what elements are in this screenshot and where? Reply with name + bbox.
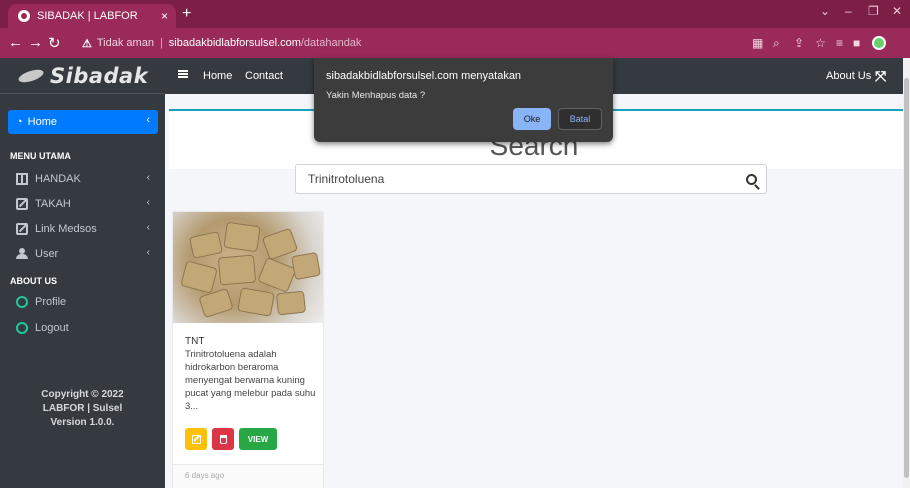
url-separator: | (159, 37, 163, 49)
card-title: TNT (185, 336, 205, 347)
new-tab-button[interactable]: + (182, 5, 191, 23)
tab-search-icon[interactable]: ⌄ (820, 4, 830, 18)
sidebar-item-user[interactable]: User ‹ (8, 243, 158, 265)
translate-icon[interactable]: ▦ (752, 36, 763, 50)
circle-icon (16, 322, 28, 334)
sidebar-item-label: Profile (35, 296, 67, 308)
dashboard-icon: ◔ (16, 116, 23, 128)
view-button[interactable]: VIEW (239, 428, 277, 450)
url-field[interactable]: ⚠ Tidak aman | sibadakbidlabforsulsel.co… (82, 33, 772, 53)
not-secure-label[interactable]: Tidak aman (97, 37, 154, 49)
handak-card: TNT Trinitrotoluena adalah hidrokarbon b… (173, 212, 323, 488)
dialog-title: sibadakbidlabforsulsel.com menyatakan (326, 70, 522, 82)
sidebar-item-label: Home (27, 116, 57, 128)
sidebar-item-label: TAKAH (35, 198, 71, 210)
forward-icon[interactable]: → (28, 34, 43, 51)
version-text: Version 1.0.0. (50, 417, 115, 428)
bookmark-star-icon[interactable]: ☆ (815, 36, 826, 50)
edit-icon (16, 198, 28, 210)
edit-icon (16, 223, 28, 235)
search-input[interactable] (296, 165, 764, 193)
dialog-message: Yakin Menhapus data ? (326, 90, 426, 101)
edit-button[interactable] (185, 428, 207, 450)
url-path: /datahandak (300, 37, 362, 49)
section-header-main: MENU UTAMA (10, 151, 71, 161)
sidebar-item-label: Link Medsos (35, 223, 97, 235)
restore-icon[interactable]: ❐ (868, 4, 879, 18)
address-bar: ← → ↻ ⚠ Tidak aman | sibadakbidlabforsul… (0, 28, 910, 58)
edit-icon (191, 434, 201, 444)
url-domain: sibadakbidlabforsulsel.com (168, 37, 301, 49)
cancel-button[interactable]: Batal (558, 108, 602, 130)
chevron-left-icon: ‹ (146, 114, 150, 126)
search-box (295, 164, 765, 194)
sidebar: Sibadak ◔ Home ‹ MENU UTAMA HANDAK ‹ TAK… (0, 58, 165, 488)
close-window-icon[interactable]: ✕ (892, 4, 902, 18)
page-scrollbar[interactable] (903, 58, 910, 488)
brand-logo-link[interactable]: Sibadak (0, 58, 165, 94)
copyright-text: Copyright © 2022 (41, 389, 124, 400)
browser-tab-strip: SIBADAK | LABFOR × + ⌄ – ❐ ✕ (0, 0, 910, 28)
nav-link-home[interactable]: Home (203, 70, 232, 82)
nav-link-about[interactable]: About Us (826, 70, 871, 82)
circle-icon (16, 296, 28, 308)
sidebar-item-logout[interactable]: Logout (8, 317, 158, 339)
search-icon (746, 173, 757, 185)
chevron-left-icon: ‹ (146, 197, 150, 208)
main-content: Search TNT Trinitrotoluena adalah hidrok… (165, 94, 903, 488)
sidebar-item-profile[interactable]: Profile (8, 291, 158, 313)
scrollbar-thumb[interactable] (904, 78, 909, 478)
sidebar-item-label: User (35, 248, 59, 260)
profile-avatar[interactable] (872, 36, 886, 50)
back-icon[interactable]: ← (8, 34, 23, 51)
share-icon[interactable]: ⇪ (794, 36, 804, 50)
brand-logo-icon (18, 67, 44, 85)
warning-icon[interactable]: ⚠ (82, 37, 92, 50)
browser-tab[interactable]: SIBADAK | LABFOR × (8, 4, 176, 28)
site-favicon-icon (18, 10, 30, 22)
brand-name: Sibadak (50, 63, 149, 88)
sidebar-item-label: Logout (35, 322, 69, 334)
trash-icon (219, 434, 227, 444)
tnt-image (173, 212, 323, 323)
chevron-left-icon: ‹ (146, 222, 150, 233)
search-button[interactable] (737, 164, 767, 194)
minimize-icon[interactable]: – (845, 4, 852, 18)
tab-close-icon[interactable]: × (161, 9, 168, 23)
users-icon (16, 248, 28, 260)
sidebar-item-handak[interactable]: HANDAK ‹ (8, 168, 158, 190)
sidebar-item-link-medsos[interactable]: Link Medsos ‹ (8, 218, 158, 240)
card-description: Trinitrotoluena adalah hidrokarbon berar… (185, 349, 316, 412)
chevron-left-icon: ‹ (146, 247, 150, 258)
card-footer: 6 days ago (173, 464, 323, 488)
reload-icon[interactable]: ↻ (48, 34, 61, 52)
table-icon (16, 173, 28, 185)
reading-list-icon[interactable]: ≡ (836, 36, 843, 50)
chevron-left-icon: ‹ (146, 172, 150, 183)
section-header-about: ABOUT US (10, 276, 57, 286)
copyright-block: Copyright © 2022 LABFOR | Sulsel Version… (0, 388, 165, 430)
confirm-dialog: sibadakbidlabforsulsel.com menyatakan Ya… (314, 58, 613, 142)
sidebar-item-takah[interactable]: TAKAH ‹ (8, 193, 158, 215)
side-panel-icon[interactable]: ■ (853, 36, 860, 50)
tab-title: SIBADAK | LABFOR (37, 10, 138, 22)
zoom-icon[interactable]: ⌕ (773, 36, 780, 51)
org-text: LABFOR | Sulsel (42, 403, 123, 414)
fullscreen-icon[interactable]: ⤧ (875, 68, 886, 85)
ok-button[interactable]: Oke (513, 108, 551, 130)
delete-button[interactable] (212, 428, 234, 450)
nav-link-contact[interactable]: Contact (245, 70, 283, 82)
sidebar-item-home[interactable]: ◔ Home ‹ (8, 110, 158, 134)
sidebar-item-label: HANDAK (35, 173, 81, 185)
hamburger-menu-icon[interactable] (178, 70, 188, 78)
